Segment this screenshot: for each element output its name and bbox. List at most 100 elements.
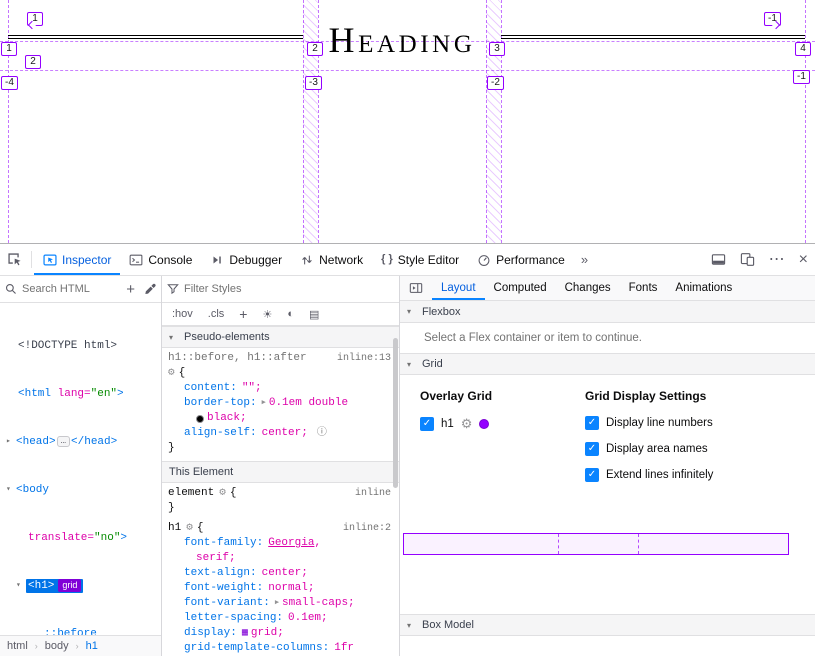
flexbox-empty-message: Select a Flex container or item to conti…: [400, 323, 815, 353]
node-body-open[interactable]: ▾<body: [0, 482, 161, 498]
expand-shorthand-icon[interactable]: ▶: [262, 396, 266, 411]
property-name[interactable]: border-top:: [184, 396, 257, 411]
dock-to-bottom-icon: [711, 252, 726, 267]
toggle-pseudo-classes-button[interactable]: :hov: [172, 308, 193, 320]
rule-selector[interactable]: h1::before, h1::after: [168, 351, 307, 366]
grid-color-swatch[interactable]: [479, 419, 489, 429]
extend-lines-checkbox[interactable]: ✓: [585, 468, 599, 482]
tab-computed[interactable]: Computed: [485, 276, 556, 300]
tab-performance[interactable]: Performance: [468, 244, 574, 275]
section-flexbox[interactable]: ▾ Flexbox: [400, 301, 815, 323]
collapse-icon[interactable]: ▾: [16, 578, 26, 594]
source-link[interactable]: inline: [355, 486, 391, 501]
node-body-attribute[interactable]: translate="no">: [0, 530, 161, 546]
node-h1-selected[interactable]: ▾<h1>grid: [0, 578, 161, 594]
source-link[interactable]: inline:13: [337, 351, 391, 366]
add-rule-button[interactable]: +: [239, 306, 247, 322]
grid-settings-gear-icon[interactable]: ⚙: [461, 416, 473, 432]
expand-icon[interactable]: ▸: [6, 434, 16, 450]
tab-style-editor[interactable]: { } Style Editor: [372, 244, 468, 275]
property-value[interactable]: "";: [242, 381, 262, 396]
devtools-menu-button[interactable]: ⋯: [762, 244, 792, 275]
tab-changes[interactable]: Changes: [556, 276, 620, 300]
property-name[interactable]: font-weight:: [184, 581, 263, 596]
node-head[interactable]: ▸<head>…</head>: [0, 434, 161, 450]
collapsed-ellipsis[interactable]: …: [57, 436, 70, 447]
property-name[interactable]: display:: [184, 626, 237, 641]
light-scheme-simulation-button[interactable]: ☀: [262, 308, 272, 321]
property-name[interactable]: align-self:: [184, 426, 257, 441]
section-this-element[interactable]: This Element: [162, 461, 399, 483]
tab-label: Debugger: [229, 253, 282, 267]
tab-inspector[interactable]: Inspector: [34, 244, 120, 275]
grid-badge[interactable]: grid: [58, 579, 81, 592]
responsive-design-mode-button[interactable]: [733, 244, 762, 275]
tab-debugger[interactable]: Debugger: [201, 244, 291, 275]
tab-fonts[interactable]: Fonts: [620, 276, 667, 300]
property-value[interactable]: center;: [262, 566, 308, 581]
pick-element-button[interactable]: [0, 244, 29, 275]
add-node-button[interactable]: +: [123, 282, 138, 297]
tab-console[interactable]: Console: [120, 244, 201, 275]
close-devtools-button[interactable]: ×: [792, 244, 815, 275]
property-value[interactable]: small-caps;: [282, 596, 355, 611]
tab-layout[interactable]: Layout: [432, 276, 485, 300]
property-name[interactable]: font-family:: [184, 536, 263, 551]
toggle-classes-button[interactable]: .cls: [208, 308, 225, 320]
markup-toolbar: +: [0, 276, 161, 303]
inactive-css-info-icon[interactable]: ⓘ: [317, 426, 327, 441]
grid-line-number-badge: -1: [793, 70, 810, 84]
color-swatch-black[interactable]: [196, 415, 204, 423]
dark-scheme-simulation-button[interactable]: ◐: [287, 308, 294, 320]
source-link[interactable]: inline:2: [343, 521, 391, 536]
eyedropper-button[interactable]: [143, 283, 156, 296]
breadcrumb-item-body[interactable]: body: [45, 640, 69, 652]
style-editor-icon: { }: [381, 254, 393, 265]
pick-element-icon: [7, 252, 22, 267]
property-value[interactable]: black;: [207, 411, 247, 426]
display-line-numbers-checkbox[interactable]: ✓: [585, 416, 599, 430]
node-doctype[interactable]: <!DOCTYPE html>: [0, 338, 161, 354]
tab-animations[interactable]: Animations: [666, 276, 741, 300]
gear-icon[interactable]: ⚙: [219, 486, 226, 501]
collapse-icon[interactable]: ▾: [6, 482, 16, 498]
performance-icon: [477, 253, 491, 267]
dock-options-button[interactable]: [704, 244, 733, 275]
rule-selector[interactable]: h1: [168, 521, 181, 536]
property-value[interactable]: grid;: [251, 626, 284, 641]
property-value[interactable]: normal;: [268, 581, 314, 596]
property-value[interactable]: 0.1em double: [269, 396, 348, 411]
display-area-names-checkbox[interactable]: ✓: [585, 442, 599, 456]
more-tabs-button[interactable]: »: [574, 244, 595, 275]
gear-icon[interactable]: ⚙: [168, 366, 175, 381]
tab-network[interactable]: Network: [291, 244, 372, 275]
search-html-input[interactable]: [22, 283, 112, 295]
property-name[interactable]: font-variant:: [184, 596, 270, 611]
property-value[interactable]: 1fr: [334, 641, 354, 656]
node-html-open[interactable]: <html lang="en">: [0, 386, 161, 402]
rules-scrollbar-thumb[interactable]: [393, 338, 398, 488]
rule-selector[interactable]: element: [168, 486, 214, 501]
property-value[interactable]: serif;: [196, 551, 236, 566]
property-value[interactable]: center;: [262, 426, 308, 441]
font-link[interactable]: Georgia: [268, 536, 314, 551]
section-box-model[interactable]: ▾ Box Model: [400, 614, 815, 636]
grid-outline-preview[interactable]: [403, 533, 789, 555]
property-name[interactable]: content:: [184, 381, 237, 396]
three-pane-toggle-button[interactable]: [400, 276, 432, 300]
expand-shorthand-icon[interactable]: ▶: [275, 596, 279, 611]
print-simulation-button[interactable]: ▤: [309, 308, 319, 321]
node-pseudo-before[interactable]: ::before: [0, 626, 161, 635]
filter-styles-input[interactable]: [184, 283, 394, 295]
breadcrumb-item-html[interactable]: html: [7, 640, 28, 652]
grid-highlighter-icon[interactable]: ▦: [242, 626, 248, 641]
property-name[interactable]: text-align:: [184, 566, 257, 581]
section-grid[interactable]: ▾ Grid: [400, 353, 815, 375]
rule-h1: h1⚙{inline:2 font-family:Georgia, serif;…: [162, 521, 399, 661]
section-pseudo-elements[interactable]: ▾ Pseudo-elements: [162, 326, 399, 348]
grid-overlay-checkbox[interactable]: ✓: [420, 417, 434, 431]
property-value[interactable]: 0.1em;: [288, 611, 328, 626]
property-name[interactable]: letter-spacing:: [184, 611, 283, 626]
gear-icon[interactable]: ⚙: [186, 521, 193, 536]
breadcrumb-item-h1[interactable]: h1: [86, 640, 98, 652]
